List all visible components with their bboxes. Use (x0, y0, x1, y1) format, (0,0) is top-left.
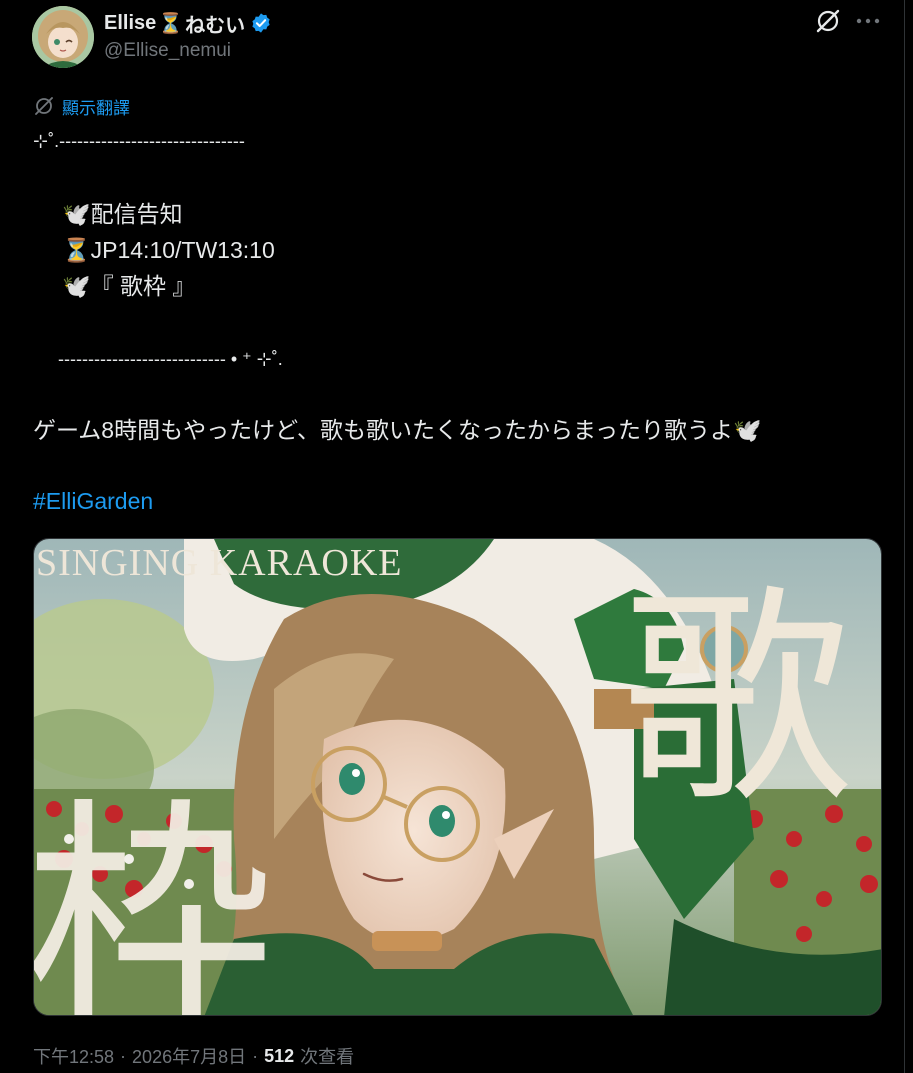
grok-icon (816, 9, 840, 33)
author-handle[interactable]: @Ellise_nemui (104, 40, 231, 62)
hashtag-link[interactable]: #ElliGarden (33, 486, 153, 516)
tweet-time[interactable]: 下午12:58 (33, 1043, 114, 1069)
avatar[interactable] (32, 6, 94, 68)
tweet-line-announcement: 🕊️配信告知 (62, 201, 183, 227)
meta-separator: · (120, 1045, 127, 1066)
tweet-line-body: ゲーム8時間もやったけど、歌も歌いたくなったからまったり歌うよ🕊️ (33, 417, 762, 443)
more-button[interactable] (855, 8, 881, 34)
views-label: 次查看 (300, 1047, 355, 1067)
tweet-date[interactable]: 2026年7月8日 (132, 1043, 246, 1069)
grok-button[interactable] (815, 8, 841, 34)
translate-label[interactable]: 顯示翻譯 (62, 94, 130, 119)
verified-badge-icon (250, 12, 272, 34)
more-icon (856, 18, 880, 24)
tweet-line-title: 🕊️『 歌枠 』 (62, 273, 196, 299)
translate-icon (35, 97, 53, 115)
avatar-icon (32, 6, 94, 68)
meta-separator-2: · (252, 1045, 259, 1066)
show-translation-link[interactable]: 顯示翻譯 (34, 94, 130, 118)
author-display-name[interactable]: Ellise (104, 12, 156, 35)
author-display-name-suffix[interactable]: ねむい (185, 9, 245, 38)
banner-text: SINGING KARAOKE (36, 542, 402, 584)
tweet-line-divider-top: ⊹˚.------------------------------- (33, 131, 245, 151)
kanji-top: 歌 (622, 567, 852, 834)
tweet-line-divider-bottom: ---------------------------- • ⁺ ⊹˚. (58, 349, 283, 369)
karaoke-illustration: SINGING KARAOKE 歌 枠 (34, 539, 881, 1016)
views-count: 512 (264, 1045, 295, 1066)
author-name-row[interactable]: Ellise ⏳ ねむい (104, 9, 272, 37)
column-divider (904, 0, 905, 1073)
tweet-meta: 下午12:58 · 2026年7月8日 · 512 次查看 (33, 1043, 354, 1069)
tweet-line-time: ⏳JP14:10/TW13:10 (62, 237, 275, 263)
kanji-bottom: 枠 (34, 777, 274, 1016)
tweet-media-image[interactable]: SINGING KARAOKE 歌 枠 (33, 538, 882, 1016)
hourglass-icon: ⏳ (158, 12, 184, 35)
